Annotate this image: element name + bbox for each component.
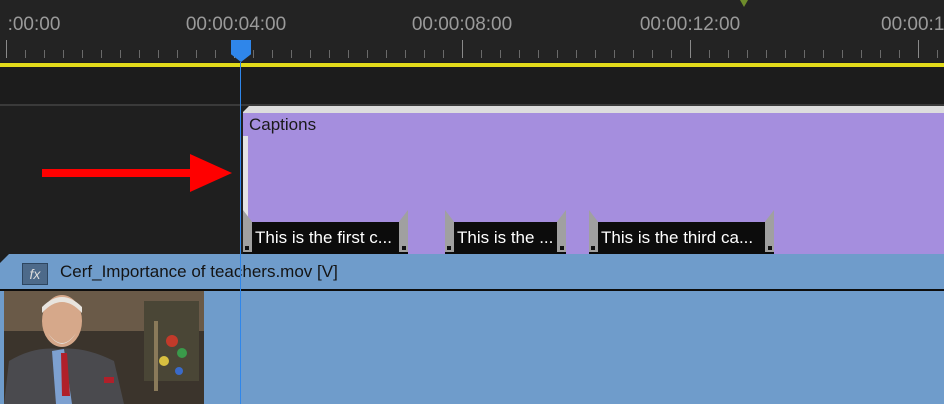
ruler-tick xyxy=(63,50,64,58)
video-thumbnail xyxy=(4,291,204,404)
ruler-tick xyxy=(196,50,197,58)
ruler-tick xyxy=(177,50,178,58)
ruler-tick xyxy=(633,50,634,58)
ruler-tick xyxy=(424,50,425,58)
playhead-line[interactable] xyxy=(240,62,241,404)
ruler-tick xyxy=(215,50,216,58)
ruler-tick xyxy=(25,50,26,58)
ruler-tick xyxy=(709,50,710,58)
timecode-label: :00:00 xyxy=(7,14,61,35)
ruler-tick xyxy=(918,40,919,58)
timecode-label: 00:00:12:00 xyxy=(639,14,741,35)
ruler-tick xyxy=(405,50,406,58)
caption-text: This is the ... xyxy=(457,228,554,247)
ruler-tick xyxy=(139,50,140,58)
ruler-tick xyxy=(272,50,273,58)
ruler-tick xyxy=(443,50,444,58)
ruler-tick xyxy=(82,50,83,58)
ruler-tick xyxy=(842,50,843,58)
caption-segment-3[interactable]: This is the third ca... xyxy=(589,210,774,254)
ruler-tick xyxy=(804,50,805,58)
ruler-tick xyxy=(6,40,7,58)
caption-segment-2[interactable]: This is the ... xyxy=(445,210,566,254)
ruler-tick xyxy=(937,50,938,58)
ruler-tick xyxy=(310,50,311,58)
ruler-tick xyxy=(481,50,482,58)
ruler-tick xyxy=(880,50,881,58)
ruler-tick xyxy=(367,50,368,58)
ruler-tick xyxy=(823,50,824,58)
ruler-tick xyxy=(728,50,729,58)
video-clip-name: Cerf_Importance of teachers.mov [V] xyxy=(60,262,338,281)
caption-segment-1[interactable]: This is the first c... xyxy=(243,210,408,254)
ruler-tick xyxy=(44,50,45,58)
ruler-tick xyxy=(253,50,254,58)
empty-track xyxy=(0,67,944,105)
caption-text: This is the third ca... xyxy=(601,228,754,247)
timecode-label: 00:00:08:00 xyxy=(411,14,513,35)
ruler-tick xyxy=(557,50,558,58)
fx-icon[interactable]: fx xyxy=(22,263,48,285)
ruler-tick xyxy=(500,50,501,58)
ruler-tick xyxy=(462,40,463,58)
ruler-tick xyxy=(519,50,520,58)
caption-text: This is the first c... xyxy=(255,228,392,247)
ruler-tick xyxy=(120,50,121,58)
ruler-tick xyxy=(595,50,596,58)
ruler-tick xyxy=(614,50,615,58)
ruler-tick xyxy=(766,50,767,58)
ruler-tick xyxy=(785,50,786,58)
video-clip[interactable]: fx Cerf_Importance of teachers.mov [V] xyxy=(0,254,944,290)
ruler-tick xyxy=(747,50,748,58)
ruler-tick xyxy=(348,50,349,58)
ruler-tick xyxy=(899,50,900,58)
timecode-label: 00:00:16 xyxy=(881,14,944,35)
ruler-tick xyxy=(386,50,387,58)
ruler-tick xyxy=(538,50,539,58)
time-ruler[interactable]: :00:00 00:00:04:00 00:00:08:00 00:00:12:… xyxy=(0,0,944,62)
timecode-label: 00:00:04:00 xyxy=(185,14,287,35)
red-arrow-icon xyxy=(42,154,232,192)
ruler-tick xyxy=(158,50,159,58)
ruler-tick xyxy=(101,50,102,58)
ruler-tick xyxy=(690,40,691,58)
ruler-tick xyxy=(652,50,653,58)
ruler-tick xyxy=(861,50,862,58)
ruler-tick xyxy=(329,50,330,58)
ruler-tick xyxy=(671,50,672,58)
ruler-tick xyxy=(291,50,292,58)
captions-track-label: Captions xyxy=(249,115,317,134)
ruler-tick xyxy=(576,50,577,58)
